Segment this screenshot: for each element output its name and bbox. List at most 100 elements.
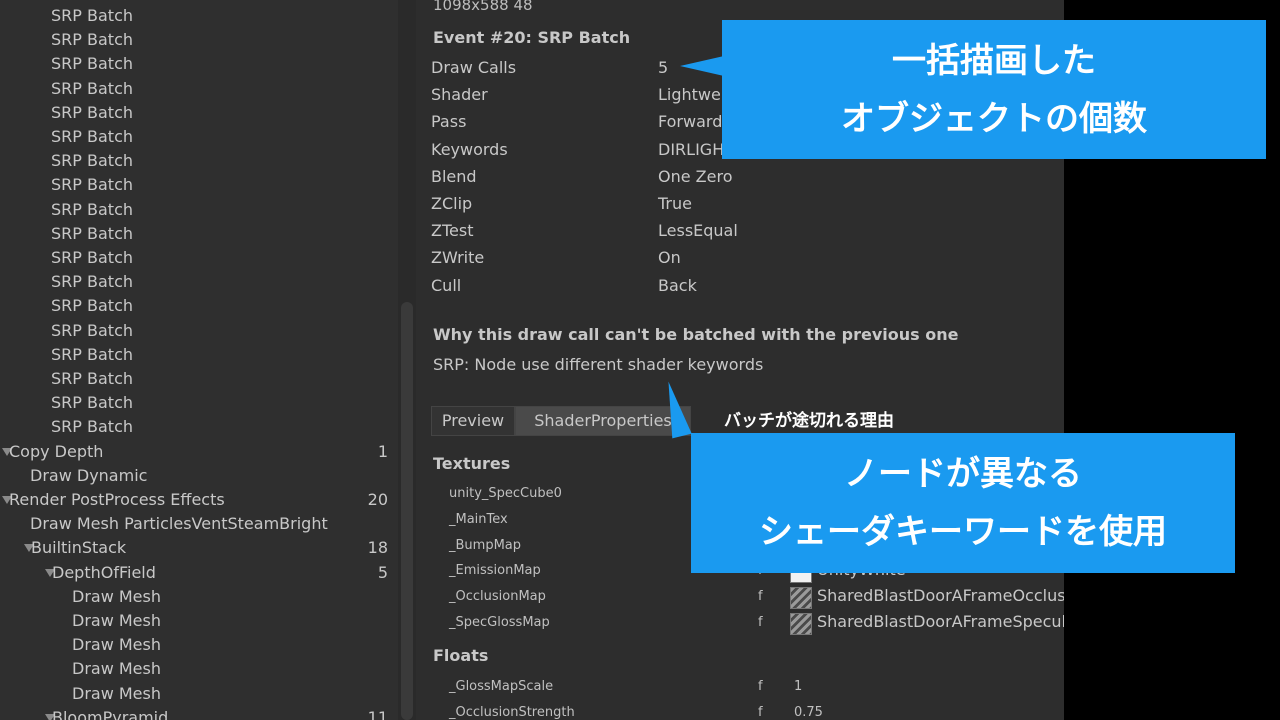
property-value: Lightwe [658,85,721,105]
callout-draw-calls: 一括描画した オブジェクトの個数 [722,20,1266,159]
texture-name: _OcclusionMap [449,589,546,605]
hierarchy-count: 18 [367,538,388,558]
texture-name: _MainTex [449,511,508,527]
texture-flag: f [758,589,763,605]
hierarchy-label: Draw Mesh ParticlesVentSteamBright [30,514,328,534]
property-value: One Zero [658,166,733,186]
hierarchy-row[interactable]: SRP Batch [0,367,398,391]
hierarchy-row[interactable]: Render PostProcess Effects 20 [0,488,398,512]
hierarchy-label: SRP Batch [51,78,133,98]
texture-value: SharedBlastDoorAFrameOcclus [817,586,1064,606]
property-name: Shader [431,85,488,105]
hierarchy-row[interactable]: SRP Batch [0,149,398,173]
property-name: Pass [431,112,467,132]
property-value: 5 [658,58,669,77]
float-name: _OcclusionStrength [449,704,575,720]
hierarchy-label: SRP Batch [51,102,133,122]
property-value: True [658,194,692,213]
hierarchy-label: Draw Mesh [72,611,161,630]
hierarchy-row[interactable]: Draw Mesh [0,682,398,706]
hierarchy-label: SRP Batch [51,393,133,413]
hierarchy-row[interactable]: SRP Batch [0,173,398,197]
callout-shader-keywords: ノードが異なる シェーダキーワードを使用 [691,433,1235,573]
hierarchy-row[interactable]: Draw Mesh [0,585,398,609]
property-name: ZTest [431,221,474,241]
hierarchy-count: 5 [377,562,388,582]
hierarchy-row[interactable]: Draw Mesh [0,633,398,657]
hierarchy-label: SRP Batch [51,296,133,316]
hierarchy-label: BloomPyramid [52,707,169,720]
hierarchy-label: DepthOfField [52,562,156,582]
hierarchy-row[interactable]: SRP Batch [0,101,398,125]
hierarchy-row[interactable]: SRP Batch [0,391,398,415]
hierarchy-count: 1 [377,441,388,461]
hierarchy-row[interactable]: SRP Batch [0,270,398,294]
hierarchy-row[interactable]: SRP Batch [0,222,398,246]
property-name: Keywords [431,139,508,159]
hierarchy-row[interactable]: Copy Depth 1 [0,440,398,464]
hierarchy-label: SRP Batch [51,127,133,146]
float-value: 1 [794,679,803,694]
hierarchy-row[interactable]: SRP Batch [0,4,398,28]
hierarchy-label: SRP Batch [51,54,133,74]
hierarchy-label: SRP Batch [51,272,133,292]
texture-name: _SpecGlossMap [449,615,550,630]
hierarchy-label: SRP Batch [51,199,133,219]
hierarchy-label: Draw Mesh [72,683,161,703]
hierarchy-row[interactable]: SRP Batch [0,246,398,270]
property-value: LessEqual [658,221,738,241]
hierarchy-label: Draw Dynamic [30,465,148,485]
hierarchy-row[interactable]: SRP Batch [0,294,398,318]
callout-pointer [680,56,724,76]
hierarchy-row[interactable]: SRP Batch [0,77,398,101]
property-name: Blend [431,166,477,186]
float-name: _GlossMapScale [449,679,554,694]
hierarchy-label: SRP Batch [51,223,133,243]
scrollbar-thumb[interactable] [401,302,413,720]
callout-line: シェーダキーワードを使用 [759,512,1167,552]
hierarchy-row[interactable]: Draw Mesh [0,657,398,681]
property-value: Back [658,275,697,295]
hierarchy-label: SRP Batch [51,6,133,25]
hierarchy-label: Draw Mesh [72,635,161,655]
frame-event-hierarchy: SRP Batch SRP Batch SRP Batch SRP Batch SRP … [0,0,398,720]
hierarchy-row[interactable]: BuiltinStack 18 [0,536,398,560]
property-value: DIRLIGH [658,139,725,159]
hierarchy-row[interactable]: Draw Dynamic [0,464,398,488]
texture-name: _BumpMap [449,537,522,553]
hierarchy-label: SRP Batch [51,175,133,195]
property-name: ZWrite [431,248,485,268]
hierarchy-row[interactable]: SRP Batch [0,343,398,367]
hierarchy-row[interactable]: SRP Batch [0,319,398,343]
property-value: Forward [658,112,723,132]
texture-thumbnail[interactable] [790,587,812,610]
float-flag: f [758,679,763,694]
texture-name: unity_SpecCube0 [449,486,562,501]
hierarchy-label: Render PostProcess Effects [9,490,225,509]
hierarchy-row[interactable]: SRP Batch [0,198,398,222]
hierarchy-row[interactable]: SRP Batch [0,415,398,439]
hierarchy-label: BuiltinStack [31,538,127,558]
callout-line: オブジェクトの個数 [841,99,1147,139]
hierarchy-row[interactable]: Draw Mesh ParticlesVentSteamBright [0,512,398,536]
tab-preview[interactable]: Preview [431,406,515,436]
hierarchy-row[interactable]: SRP Batch [0,52,398,76]
batch-break-heading: Why this draw call can't be batched with… [433,325,959,344]
hierarchy-scrollbar[interactable] [398,0,416,720]
hierarchy-row[interactable]: DepthOfField 5 [0,561,398,585]
event-title: Event #20: SRP Batch [433,28,631,47]
texture-thumbnail[interactable] [790,613,812,635]
hierarchy-row[interactable]: BloomPyramid 11 [0,706,398,720]
hierarchy-row[interactable]: SRP Batch [0,28,398,52]
hierarchy-count: 20 [367,490,388,509]
hierarchy-label: SRP Batch [51,417,133,437]
texture-value: SharedBlastDoorAFrameSpecul [817,612,1064,631]
floats-heading: Floats [433,646,489,665]
property-name: ZClip [431,194,473,213]
property-name: Cull [431,275,462,295]
hierarchy-row[interactable]: SRP Batch [0,125,398,149]
hierarchy-count: 11 [367,707,388,720]
hierarchy-label: SRP Batch [51,248,133,267]
hierarchy-row[interactable]: Draw Mesh [0,609,398,633]
texture-name: _EmissionMap [449,563,541,579]
